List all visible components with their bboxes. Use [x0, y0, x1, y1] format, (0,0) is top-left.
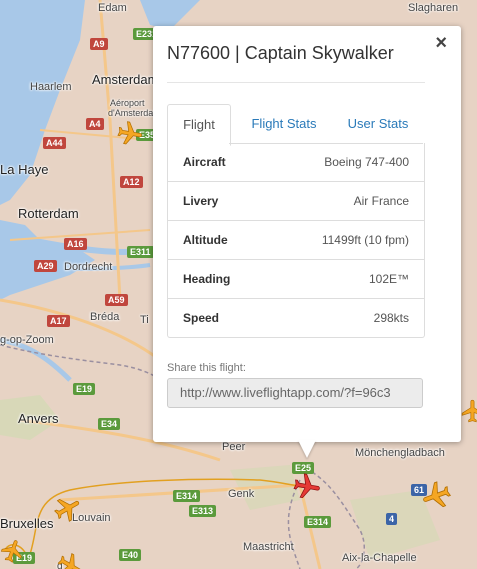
row-key: Altitude — [183, 233, 228, 247]
city-bergopzoom: g-op-Zoom — [0, 334, 54, 346]
row-key: Heading — [183, 272, 231, 286]
popup-pointer — [298, 440, 316, 458]
row-value: 11499ft (10 fpm) — [321, 233, 409, 247]
city-edam: Edam — [98, 2, 127, 14]
share-url-field[interactable]: http://www.liveflightapp.com/?f=96c3 — [167, 378, 423, 408]
row-key: Speed — [183, 311, 220, 325]
airplane-icon[interactable] — [0, 538, 26, 564]
airplane-icon[interactable] — [420, 479, 452, 511]
row-value: 298kts — [373, 311, 409, 325]
tab-flight-stats[interactable]: Flight Stats — [239, 104, 329, 143]
city-rotterdam: Rotterdam — [18, 206, 79, 221]
table-row: Heading 102E™ — [168, 259, 424, 298]
row-value: Boeing 747-400 — [324, 155, 409, 169]
row-value: 102E™ — [368, 272, 409, 286]
tab-user-stats[interactable]: User Stats — [339, 104, 417, 143]
city-bruxelles: Bruxelles — [0, 516, 54, 531]
airplane-icon[interactable] — [56, 552, 84, 569]
city-haarlem: Haarlem — [30, 81, 72, 93]
road-e314a: E314 — [173, 490, 201, 502]
city-anvers: Anvers — [18, 411, 59, 426]
city-airport-line1: Aéroport — [110, 98, 145, 108]
city-slagharen: Slagharen — [408, 2, 459, 14]
road-a4: A4 — [86, 118, 104, 130]
road-a16: A16 — [64, 238, 87, 250]
city-maastricht: Maastricht — [243, 541, 294, 553]
selected-airplane-icon[interactable] — [292, 472, 322, 502]
road-e314b: E314 — [304, 516, 332, 528]
road-a29: A29 — [34, 260, 57, 272]
table-row: Aircraft Boeing 747-400 — [168, 143, 424, 181]
road-e34: E34 — [98, 418, 121, 430]
row-value: Air France — [353, 194, 409, 208]
flight-details-table: Aircraft Boeing 747-400 Livery Air Franc… — [167, 143, 425, 338]
city-dordrecht: Dordrecht — [64, 261, 113, 273]
popup-divider — [167, 82, 425, 83]
road-a59: A59 — [105, 294, 128, 306]
road-e19a: E19 — [73, 383, 96, 395]
city-aixlachapelle: Aix-la-Chapelle — [342, 552, 417, 564]
city-monchengladbach: Mönchengladbach — [355, 447, 445, 459]
road-e40: E40 — [119, 549, 142, 561]
city-amsterdam: Amsterdam — [92, 72, 159, 87]
road-e313: E313 — [189, 505, 217, 517]
table-row: Altitude 11499ft (10 fpm) — [168, 220, 424, 259]
row-key: Aircraft — [183, 155, 226, 169]
road-a4b: 4 — [386, 513, 398, 525]
city-breda: Bréda — [90, 311, 120, 323]
city-peer: Peer — [222, 441, 246, 453]
city-la-haye: La Haye — [0, 162, 49, 177]
close-icon[interactable]: × — [435, 32, 447, 55]
share-label: Share this flight: — [167, 362, 246, 374]
airplane-icon[interactable] — [116, 120, 144, 148]
row-key: Livery — [183, 194, 219, 208]
table-row: Livery Air France — [168, 181, 424, 220]
flight-info-popup: N77600 | Captain Skywalker × Flight Flig… — [153, 26, 461, 442]
city-ti: Ti — [140, 314, 149, 326]
road-a17: A17 — [47, 315, 70, 327]
table-row: Speed 298kts — [168, 298, 424, 337]
airplane-icon[interactable] — [460, 398, 477, 424]
road-a9: A9 — [90, 38, 108, 50]
popup-tabs: Flight Flight Stats User Stats — [167, 104, 423, 146]
popup-title: N77600 | Captain Skywalker — [167, 43, 394, 63]
road-a12: A12 — [120, 176, 143, 188]
city-genk: Genk — [228, 488, 255, 500]
road-a44: A44 — [43, 137, 66, 149]
road-e311: E311 — [127, 246, 154, 258]
airplane-icon[interactable] — [53, 494, 83, 524]
tab-flight[interactable]: Flight — [167, 104, 231, 146]
